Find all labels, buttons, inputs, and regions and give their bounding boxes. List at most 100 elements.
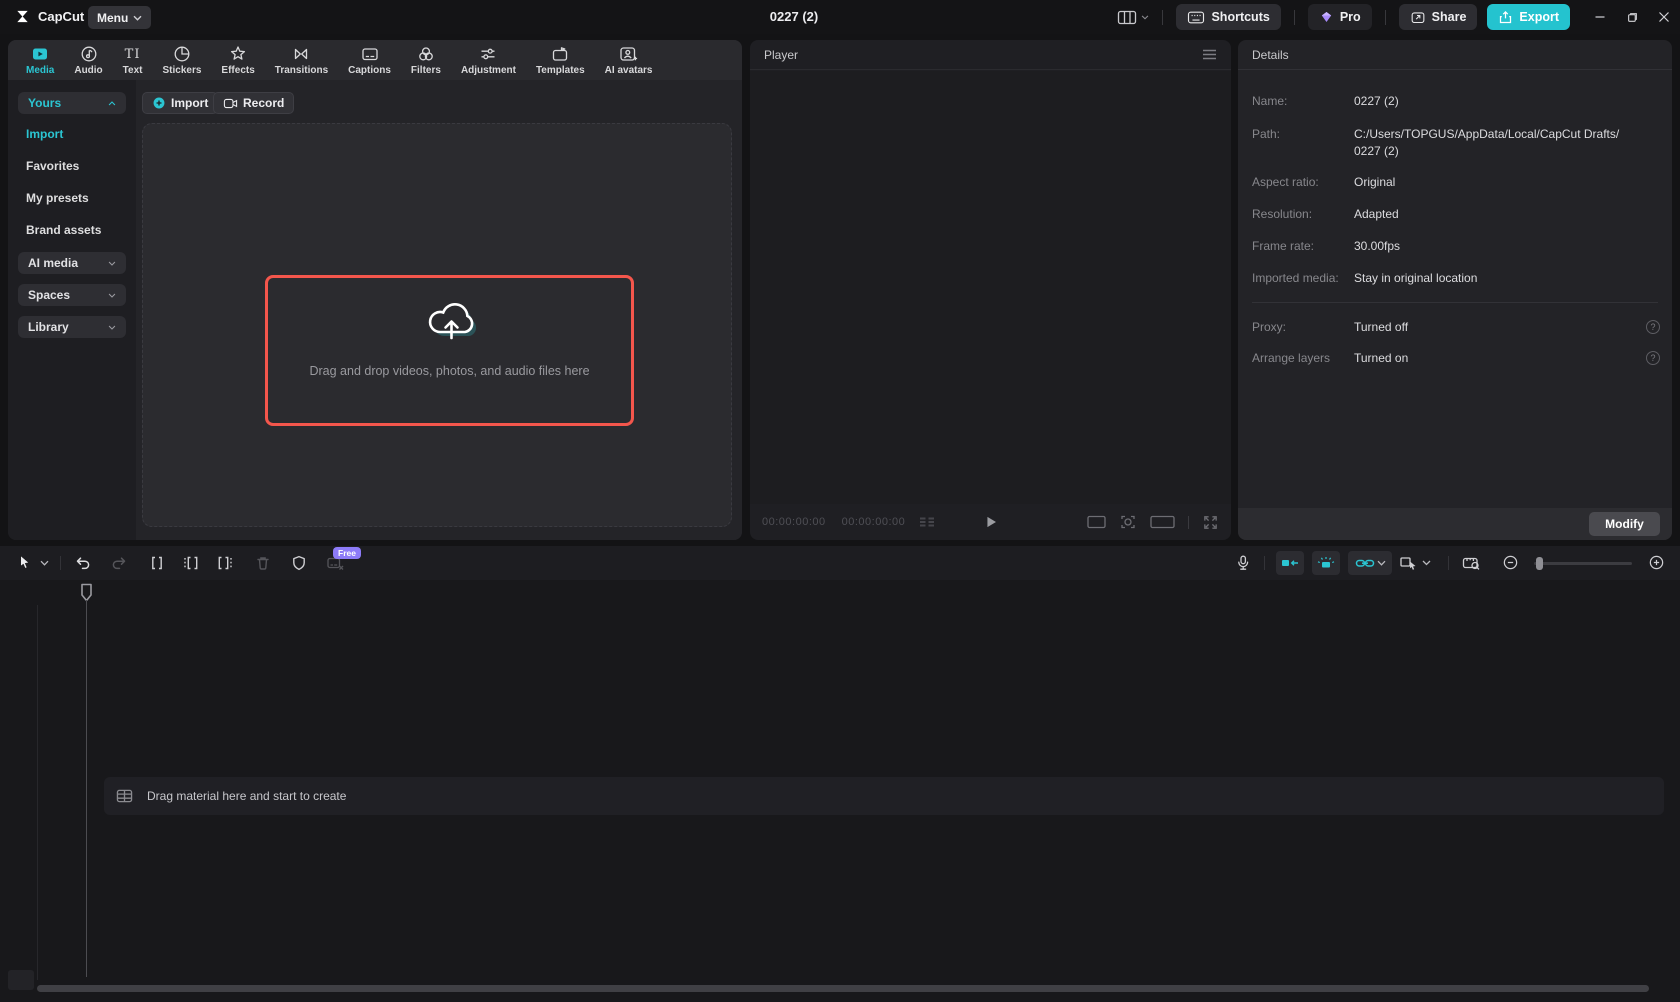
resolution-box-icon[interactable] (1150, 515, 1175, 529)
record-button[interactable]: Record (213, 92, 294, 114)
sidebar-group-ai-media[interactable]: AI media (18, 252, 126, 274)
filters-icon (417, 45, 435, 63)
split-icon[interactable] (148, 554, 166, 572)
chevron-up-icon (108, 101, 116, 106)
play-button[interactable] (983, 514, 999, 530)
tab-effects[interactable]: Effects (211, 40, 264, 80)
share-icon (1410, 10, 1426, 25)
media-panel: Media Audio TI Text Stickers Effects Tra… (8, 40, 742, 540)
timeline-preview-icon[interactable] (1462, 554, 1482, 572)
text-icon: TI (125, 45, 141, 63)
player-menu-icon[interactable] (1202, 49, 1217, 60)
tab-text[interactable]: TI Text (113, 40, 153, 80)
details-title: Details (1252, 48, 1289, 62)
asset-tab-bar: Media Audio TI Text Stickers Effects Tra… (8, 40, 742, 80)
player-panel: Player 00:00:00:00 00:00:00:00 (750, 40, 1231, 540)
tab-captions[interactable]: Captions (338, 40, 401, 80)
zoom-out-icon[interactable] (1502, 554, 1519, 571)
export-button[interactable]: Export (1487, 4, 1570, 30)
sidebar-item-favorites[interactable]: Favorites (26, 159, 79, 173)
redo-icon[interactable] (110, 554, 128, 572)
magnetic-snap-toggle[interactable] (1312, 551, 1340, 575)
chevron-down-icon (1377, 560, 1386, 566)
detail-value-proxy: Turned off (1354, 320, 1408, 334)
timecode-total: 00:00:00:00 (842, 516, 906, 528)
detail-value-framerate: 30.00fps (1354, 239, 1400, 253)
sidebar-group-yours[interactable]: Yours (18, 92, 126, 114)
player-title: Player (764, 48, 798, 62)
link-clips-toggle[interactable] (1348, 551, 1392, 575)
tab-adjustment[interactable]: Adjustment (451, 40, 526, 80)
timecode-current: 00:00:00:00 (762, 516, 826, 528)
help-icon[interactable]: ? (1646, 351, 1660, 365)
tab-filters[interactable]: Filters (401, 40, 451, 80)
sidebar-item-import[interactable]: Import (26, 127, 63, 141)
tab-templates[interactable]: Templates (526, 40, 595, 80)
divider (1188, 516, 1189, 529)
detail-label-imported-media: Imported media: (1252, 271, 1339, 285)
sidebar-item-brand-assets[interactable]: Brand assets (26, 223, 101, 237)
maximize-button[interactable] (1616, 0, 1648, 34)
sticker-icon (173, 45, 191, 63)
media-icon (31, 45, 49, 63)
auto-ripple-toggle[interactable] (1276, 551, 1304, 575)
import-button[interactable]: Import (142, 92, 218, 114)
cover-shield-icon[interactable] (290, 554, 308, 572)
detail-label-path: Path: (1252, 127, 1280, 141)
player-viewport (750, 71, 1231, 504)
media-dropzone[interactable]: Drag and drop videos, photos, and audio … (142, 123, 732, 527)
help-icon[interactable]: ? (1646, 320, 1660, 334)
tab-audio[interactable]: Audio (64, 40, 112, 80)
tab-media[interactable]: Media (16, 40, 64, 80)
menu-button[interactable]: Menu (88, 6, 151, 29)
zoom-in-icon[interactable] (1648, 554, 1665, 571)
timeline-track-placeholder[interactable]: Drag material here and start to create (104, 777, 1664, 815)
templates-icon (551, 45, 569, 63)
horizontal-scrollbar[interactable] (37, 985, 1649, 992)
detail-label-name: Name: (1252, 94, 1287, 108)
tab-transitions[interactable]: Transitions (265, 40, 338, 80)
share-button[interactable]: Share (1399, 4, 1478, 30)
sidebar-item-my-presets[interactable]: My presets (26, 191, 89, 205)
undo-icon[interactable] (74, 554, 92, 572)
shortcuts-button[interactable]: Shortcuts (1176, 4, 1280, 30)
timeline-area[interactable]: Drag material here and start to create (0, 580, 1680, 1002)
detail-value-arrange-layers: Turned on (1354, 351, 1408, 365)
tab-ai-avatars[interactable]: AI avatars (595, 40, 663, 80)
detail-label-framerate: Frame rate: (1252, 239, 1314, 253)
slider-knob[interactable] (1536, 557, 1543, 570)
dropzone-highlight-box: Drag and drop videos, photos, and audio … (265, 275, 634, 426)
delete-icon[interactable] (254, 554, 272, 572)
minimize-button[interactable] (1584, 0, 1616, 34)
close-button[interactable] (1648, 0, 1680, 34)
timeline-corner-block (8, 970, 34, 990)
divider (1294, 10, 1295, 25)
sidebar-group-library[interactable]: Library (18, 316, 126, 338)
select-cursor-icon[interactable] (16, 553, 33, 571)
workspace-layout-icon[interactable] (1117, 9, 1149, 26)
timeline-zoom-slider[interactable] (1534, 562, 1632, 565)
chevron-down-icon[interactable] (40, 560, 49, 566)
fullscreen-icon[interactable] (1202, 514, 1219, 531)
playhead-line[interactable] (86, 600, 87, 977)
tab-stickers[interactable]: Stickers (153, 40, 212, 80)
split-keep-right-icon[interactable] (216, 554, 234, 572)
detail-label-proxy: Proxy: (1252, 320, 1286, 334)
fit-zoom-icon[interactable] (1119, 513, 1137, 531)
split-keep-left-icon[interactable] (182, 554, 200, 572)
detail-value-aspect: Original (1354, 175, 1395, 189)
ratio-icon[interactable] (1087, 515, 1106, 529)
frame-grid-icon[interactable] (919, 516, 935, 529)
track-header-divider (37, 605, 38, 980)
sidebar-group-spaces[interactable]: Spaces (18, 284, 126, 306)
detail-value-path-2: 0227 (2) (1354, 144, 1399, 158)
media-content: Import Record Drag and drop videos, phot… (136, 80, 742, 540)
keyboard-icon (1187, 10, 1205, 25)
divider (1252, 302, 1658, 303)
divider (60, 556, 61, 570)
preview-select-icon[interactable] (1400, 555, 1436, 572)
pro-button[interactable]: Pro (1308, 4, 1372, 30)
modify-button[interactable]: Modify (1589, 512, 1660, 536)
microphone-icon[interactable] (1234, 554, 1252, 572)
transitions-icon (292, 45, 310, 63)
